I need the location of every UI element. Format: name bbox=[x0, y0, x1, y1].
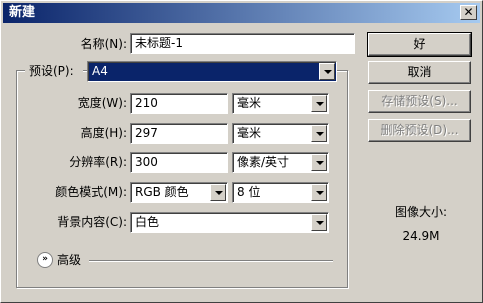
preset-value: A4 bbox=[92, 64, 108, 78]
resolution-unit-value: 像素/英寸 bbox=[237, 155, 290, 169]
advanced-divider bbox=[89, 260, 333, 262]
bit-depth-dropdown[interactable]: 8 位 bbox=[232, 182, 329, 203]
image-size-value: 24.9M bbox=[402, 229, 440, 243]
background-label: 背景内容(C): bbox=[57, 215, 127, 229]
width-unit-dropdown[interactable]: 毫米 bbox=[232, 93, 329, 114]
chevron-down-icon[interactable] bbox=[311, 154, 327, 171]
cancel-button[interactable]: 取消 bbox=[368, 61, 471, 84]
double-chevron-down-icon[interactable]: » bbox=[37, 252, 53, 268]
advanced-label[interactable]: 高级 bbox=[57, 250, 87, 270]
resolution-input[interactable]: 300 bbox=[130, 152, 228, 173]
color-mode-value: RGB 颜色 bbox=[135, 185, 189, 199]
resolution-label: 分辨率(R): bbox=[69, 155, 127, 169]
width-label: 宽度(W): bbox=[77, 96, 127, 110]
resolution-unit-dropdown[interactable]: 像素/英寸 bbox=[232, 152, 329, 173]
color-mode-dropdown[interactable]: RGB 颜色 bbox=[130, 182, 228, 203]
name-input[interactable]: 未标题-1 bbox=[130, 33, 355, 54]
width-input[interactable]: 210 bbox=[130, 93, 228, 114]
background-dropdown[interactable]: 白色 bbox=[130, 212, 329, 233]
chevron-down-icon[interactable] bbox=[311, 125, 327, 142]
color-mode-label: 颜色模式(M): bbox=[55, 185, 127, 199]
ok-button[interactable]: 好 bbox=[367, 32, 472, 57]
preset-dropdown[interactable]: A4 bbox=[87, 61, 337, 82]
chevron-down-icon[interactable] bbox=[311, 95, 327, 112]
chevron-down-icon[interactable] bbox=[210, 184, 226, 201]
chevron-down-icon[interactable] bbox=[311, 214, 327, 231]
bit-depth-value: 8 位 bbox=[237, 185, 261, 199]
height-unit-value: 毫米 bbox=[237, 126, 262, 140]
chevron-down-icon[interactable] bbox=[311, 184, 327, 201]
close-button[interactable]: ✕ bbox=[460, 5, 477, 20]
image-size-label: 图像大小: bbox=[394, 205, 448, 219]
close-icon: ✕ bbox=[463, 5, 474, 19]
dialog-title: 新建 bbox=[9, 5, 36, 20]
width-unit-value: 毫米 bbox=[237, 96, 262, 110]
name-label: 名称(N): bbox=[80, 37, 127, 51]
delete-preset-button[interactable]: 删除预设(D)... bbox=[368, 119, 471, 142]
save-preset-button[interactable]: 存储预设(S)... bbox=[368, 90, 471, 113]
height-unit-dropdown[interactable]: 毫米 bbox=[232, 123, 329, 144]
title-bar[interactable]: 新建 ✕ bbox=[3, 3, 480, 23]
new-document-dialog: 新建 ✕ 名称(N): 未标题-1 预设(P): A4 宽度(W): 210 毫… bbox=[0, 0, 483, 303]
height-label: 高度(H): bbox=[80, 126, 127, 140]
chevron-down-icon[interactable] bbox=[319, 63, 335, 80]
height-input[interactable]: 297 bbox=[130, 123, 228, 144]
preset-label: 预设(P): bbox=[25, 61, 83, 81]
background-value: 白色 bbox=[135, 215, 160, 229]
